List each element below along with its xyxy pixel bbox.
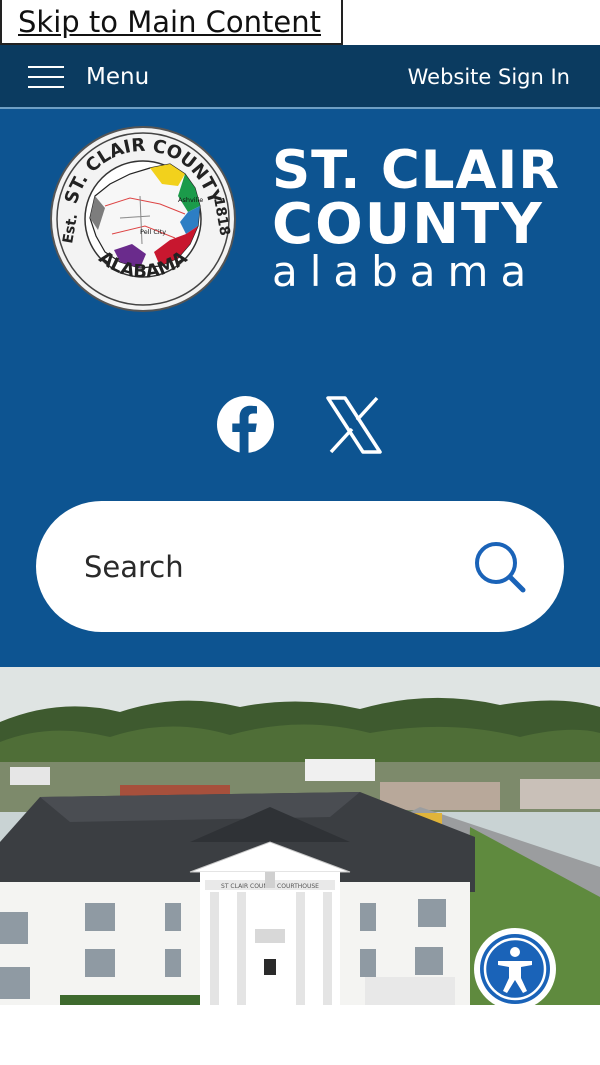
x-icon[interactable] <box>325 396 383 454</box>
accessibility-icon[interactable] <box>474 928 556 1010</box>
wordmark-line3: alabama <box>272 247 539 296</box>
county-wordmark[interactable]: ST. CLAIR COUNTY alabama <box>272 140 561 296</box>
top-nav: Menu Website Sign In <box>0 45 600 109</box>
skip-bar: Skip to Main Content <box>0 0 600 45</box>
wordmark-line1: ST. CLAIR <box>272 140 561 201</box>
menu-label: Menu <box>86 64 150 90</box>
wordmark-line2: COUNTY <box>272 192 544 257</box>
seal-town-ashville: Ashville <box>178 196 203 204</box>
search-input[interactable] <box>84 501 464 632</box>
hamburger-icon <box>28 64 64 90</box>
search-bar <box>36 501 564 632</box>
facebook-icon[interactable] <box>217 396 274 453</box>
site-header: Ashville Pell City ST. CLAIR COUNTY ALAB… <box>0 109 600 667</box>
search-icon[interactable] <box>472 539 528 595</box>
website-sign-in-link[interactable]: Website Sign In <box>408 45 570 109</box>
skip-to-main-link[interactable]: Skip to Main Content <box>0 0 343 45</box>
menu-button[interactable]: Menu <box>28 45 149 109</box>
seal-town-pell-city: Pell City <box>140 228 166 236</box>
social-links <box>0 396 600 456</box>
county-seal-logo[interactable]: Ashville Pell City ST. CLAIR COUNTY ALAB… <box>50 126 236 312</box>
